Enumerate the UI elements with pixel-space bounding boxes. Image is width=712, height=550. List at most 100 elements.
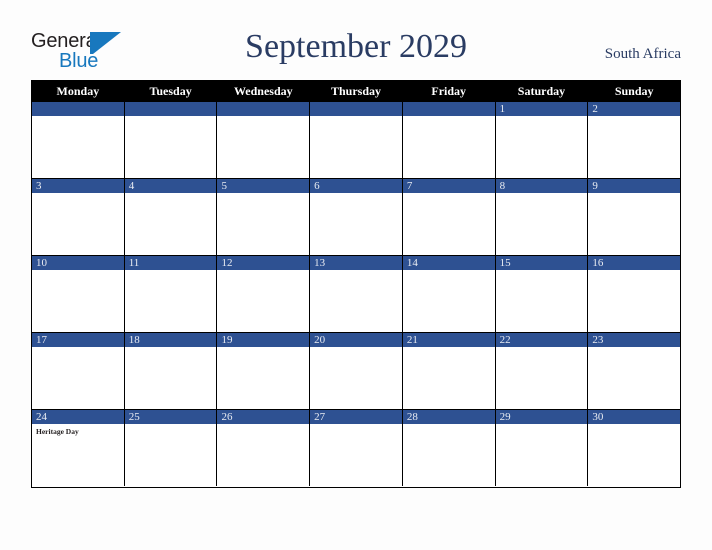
calendar-day-cell[interactable]: 18 [124, 333, 218, 409]
day-events [496, 347, 588, 350]
page-header: General Blue September 2029 South Africa [0, 0, 712, 80]
calendar-day-cell[interactable]: 21 [402, 333, 496, 409]
calendar-day-cell[interactable]: 3 [32, 179, 125, 255]
calendar-week-row: 24 Heritage Day 25 26 27 28 29 30 [32, 410, 681, 487]
day-number-band: 11 [124, 256, 217, 270]
calendar-day-cell[interactable]: 2 [588, 102, 681, 178]
calendar-day-cell[interactable]: 14 [402, 256, 496, 332]
day-number: 20 [314, 334, 326, 346]
calendar-day-cell[interactable]: 29 [495, 410, 589, 486]
day-number: 22 [499, 334, 511, 346]
calendar-day-cell-empty[interactable] [310, 102, 403, 178]
day-events [125, 116, 217, 119]
calendar-day-cell[interactable]: 6 [310, 179, 403, 255]
day-number-band: 23 [588, 333, 681, 347]
day-events [310, 193, 402, 196]
calendar-day-cell[interactable]: 23 [588, 333, 681, 409]
calendar-day-cell[interactable]: 5 [217, 179, 311, 255]
calendar-day-cell-empty[interactable] [124, 102, 218, 178]
day-events [403, 424, 495, 427]
calendar-day-cell[interactable]: 28 [402, 410, 496, 486]
day-events [217, 347, 309, 350]
day-number-band: 9 [588, 179, 681, 193]
day-number: 17 [36, 334, 47, 346]
calendar-week-row: 10 11 12 13 14 15 16 [32, 256, 681, 333]
calendar-day-cell[interactable]: 17 [32, 333, 125, 409]
day-events [588, 347, 680, 350]
calendar-day-cell[interactable]: 27 [310, 410, 403, 486]
calendar-day-cell[interactable]: 24 Heritage Day [32, 410, 125, 486]
day-number-band: 21 [402, 333, 495, 347]
day-number: 16 [592, 257, 604, 269]
calendar-day-cell[interactable]: 19 [217, 333, 311, 409]
calendar-day-cell-empty[interactable] [402, 102, 496, 178]
day-number-band: 6 [310, 179, 402, 193]
calendar-day-cell[interactable]: 1 [495, 102, 589, 178]
weekday-header-friday: Friday [403, 81, 496, 102]
weekday-header-row: Monday Tuesday Wednesday Thursday Friday… [32, 81, 680, 102]
day-number: 21 [406, 334, 418, 346]
day-number-band: 30 [588, 410, 681, 424]
calendar-day-cell[interactable]: 8 [495, 179, 589, 255]
weekday-header-monday: Monday [32, 81, 125, 102]
day-number: 5 [221, 180, 227, 192]
day-number-band: 15 [495, 256, 588, 270]
day-events [496, 193, 588, 196]
calendar-day-cell[interactable]: 13 [310, 256, 403, 332]
calendar-day-cell[interactable]: 7 [402, 179, 496, 255]
day-events [588, 193, 680, 196]
day-number-band: 2 [588, 102, 681, 116]
day-number: 19 [221, 334, 233, 346]
day-number: 24 [36, 411, 47, 423]
day-number-band [402, 102, 495, 116]
day-events [403, 116, 495, 119]
calendar-grid: Monday Tuesday Wednesday Thursday Friday… [31, 80, 681, 488]
day-number-band: 12 [217, 256, 310, 270]
day-number: 23 [592, 334, 604, 346]
day-number: 29 [499, 411, 511, 423]
day-number-band: 29 [495, 410, 588, 424]
calendar-day-cell[interactable]: 4 [124, 179, 218, 255]
calendar-weeks: 1 2 3 4 5 6 7 8 9 10 11 12 13 14 15 16 17 18 19 20 21 22 23 24 H… [32, 102, 681, 487]
day-number: 30 [592, 411, 604, 423]
calendar-day-cell[interactable]: 22 [495, 333, 589, 409]
day-number: 1 [499, 103, 506, 115]
calendar-day-cell[interactable]: 15 [495, 256, 589, 332]
day-events [588, 116, 680, 119]
day-number: 9 [592, 180, 598, 192]
day-number-band: 28 [402, 410, 495, 424]
weekday-header-sunday: Sunday [614, 84, 654, 98]
day-number: 4 [128, 180, 135, 192]
day-number-band: 4 [124, 179, 217, 193]
calendar-day-cell[interactable]: 12 [217, 256, 311, 332]
day-number-band: 16 [588, 256, 681, 270]
calendar-day-cell[interactable]: 10 [32, 256, 125, 332]
day-number: 25 [128, 411, 140, 423]
calendar-day-cell[interactable]: 26 [217, 410, 311, 486]
calendar-day-cell[interactable]: 20 [310, 333, 403, 409]
day-number-band [310, 102, 402, 116]
day-number: 28 [406, 411, 418, 423]
day-number-band [217, 102, 310, 116]
day-events [310, 270, 402, 273]
day-events [125, 270, 217, 273]
holiday-event-label: Heritage Day [36, 427, 79, 436]
calendar-day-cell[interactable]: 16 [588, 256, 681, 332]
day-events [32, 116, 124, 119]
calendar-day-cell-empty[interactable] [32, 102, 125, 178]
weekday-header-saturday: Saturday [496, 81, 589, 102]
day-number-band: 8 [495, 179, 588, 193]
calendar-day-cell[interactable]: 11 [124, 256, 218, 332]
day-events [496, 424, 588, 427]
day-number: 3 [36, 180, 42, 192]
weekday-header-tuesday: Tuesday [125, 81, 218, 102]
calendar-day-cell[interactable]: 25 [124, 410, 218, 486]
calendar-day-cell[interactable]: 30 [588, 410, 681, 486]
calendar-day-cell[interactable]: 9 [588, 179, 681, 255]
day-number-band: 22 [495, 333, 588, 347]
day-number: 15 [499, 257, 511, 269]
day-number-band: 1 [495, 102, 588, 116]
day-number: 10 [36, 257, 47, 269]
calendar-day-cell-empty[interactable] [217, 102, 311, 178]
day-number-band: 14 [402, 256, 495, 270]
